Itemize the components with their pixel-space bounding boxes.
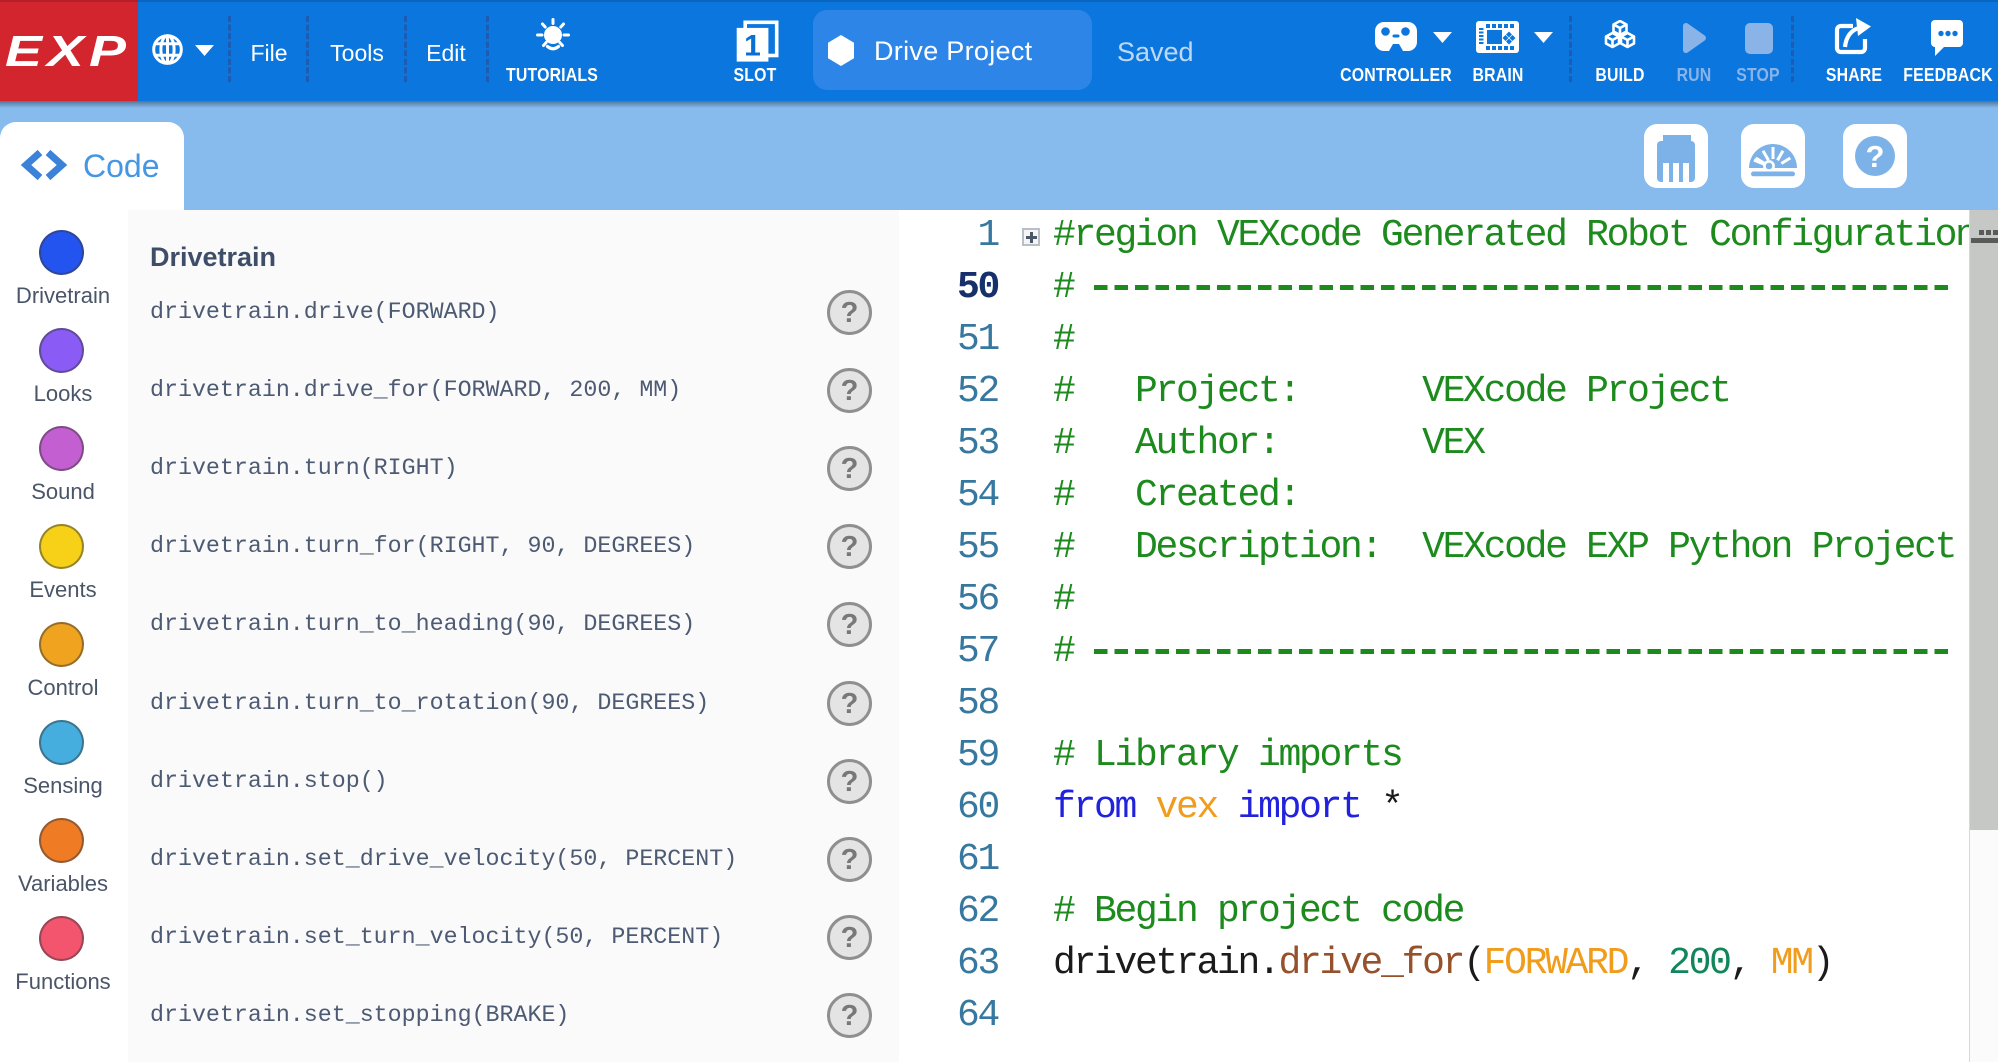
svg-text:1: 1 (744, 30, 761, 63)
svg-text:?: ? (1866, 139, 1885, 174)
